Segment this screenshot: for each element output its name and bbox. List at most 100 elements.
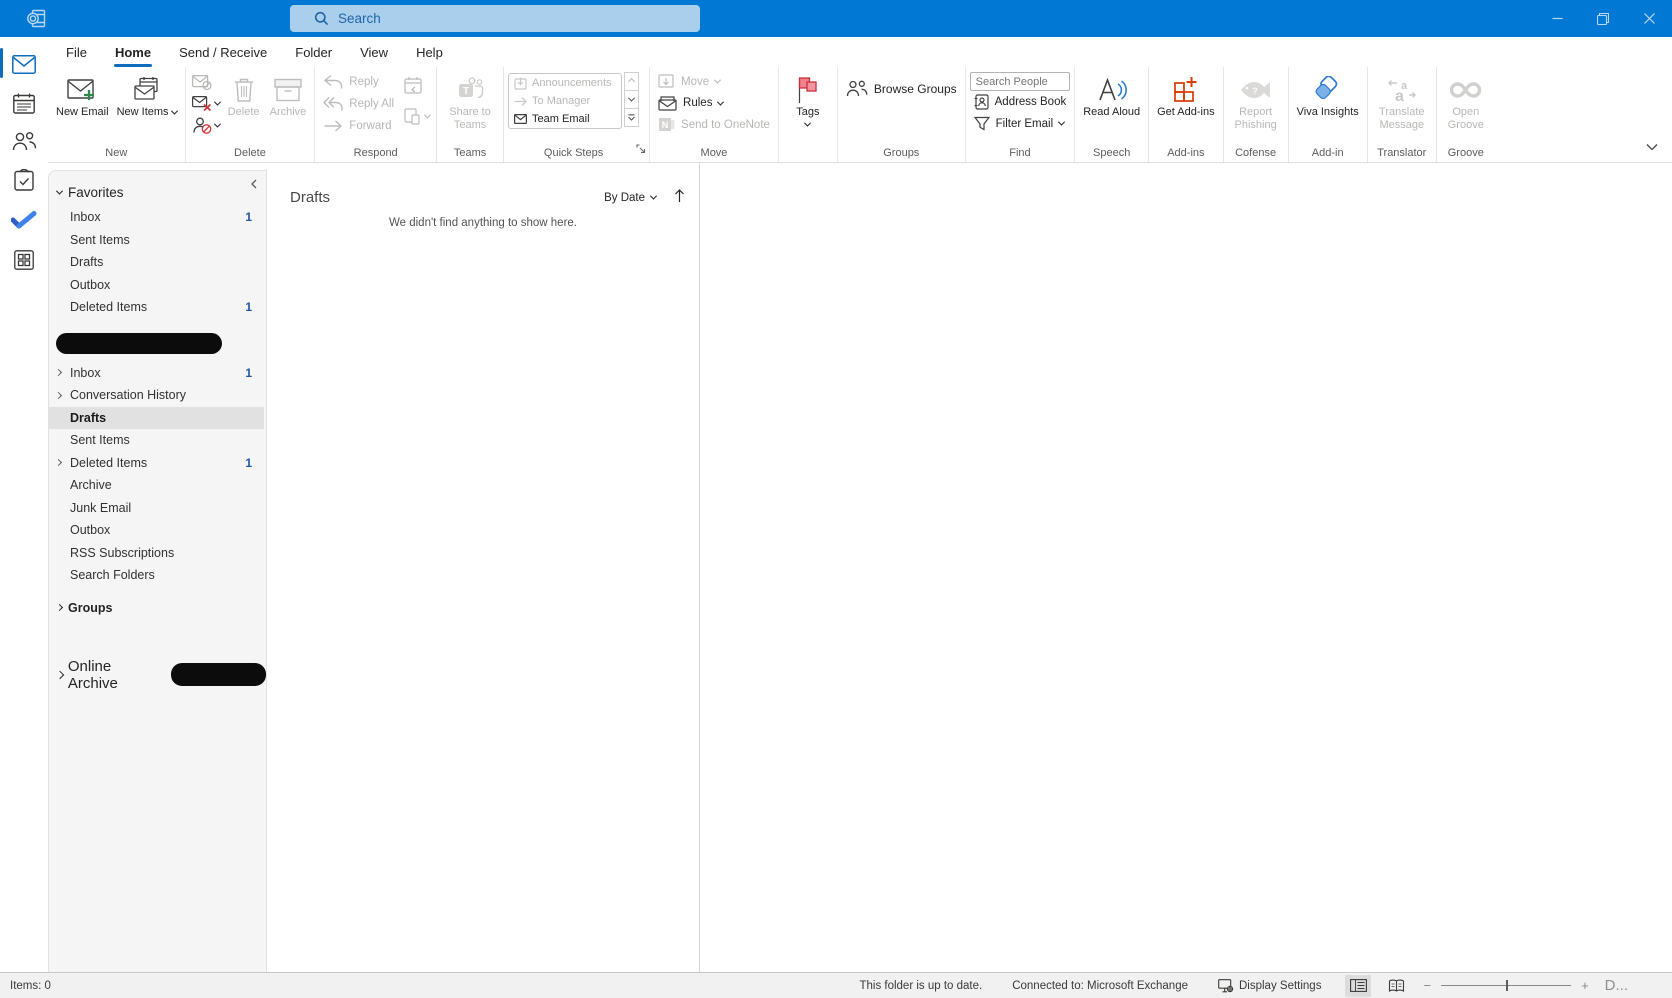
clean-up-button[interactable] (190, 93, 222, 114)
favorite-outbox[interactable]: Outbox (49, 274, 264, 297)
chevron-right-icon[interactable] (54, 391, 70, 399)
get-addins-button[interactable]: Get Add-ins (1153, 69, 1218, 119)
quick-step-to-manager[interactable]: To Manager (509, 92, 621, 110)
move-button[interactable]: Move (654, 71, 774, 92)
folder-groups[interactable]: Groups (49, 596, 266, 620)
report-phishing-button[interactable]: ? Report Phishing (1228, 69, 1284, 132)
rail-calendar-button[interactable] (0, 89, 48, 117)
zoom-in-button[interactable]: + (1581, 978, 1589, 993)
quick-steps-scroll-up[interactable] (624, 72, 640, 91)
tab-help[interactable]: Help (402, 41, 457, 66)
folder-sent-items[interactable]: Sent Items (49, 429, 264, 452)
viva-insights-button[interactable]: Viva Insights (1293, 69, 1363, 119)
open-groove-button[interactable]: Open Groove (1441, 69, 1491, 132)
rail-mail-button[interactable] (0, 48, 48, 78)
restore-button[interactable] (1580, 0, 1626, 37)
chevron-down-icon (717, 98, 725, 106)
favorite-sent-items[interactable]: Sent Items (49, 229, 264, 252)
folder-archive[interactable]: Archive (49, 474, 264, 497)
sort-by-button[interactable]: By Date (604, 192, 658, 204)
reading-view-button[interactable] (1383, 975, 1409, 997)
team-email-icon (514, 114, 528, 124)
quick-steps-scroll-down[interactable] (624, 90, 640, 109)
share-to-teams-button[interactable]: T Share to Teams (441, 69, 499, 132)
folder-junk-email[interactable]: Junk Email (49, 497, 264, 520)
ignore-button[interactable] (190, 72, 222, 93)
block-sender-button[interactable] (190, 114, 222, 137)
new-items-button[interactable]: New Items (113, 69, 181, 119)
collapse-ribbon-button[interactable] (1646, 138, 1658, 156)
folder-rss-subscriptions[interactable]: RSS Subscriptions (49, 542, 264, 565)
browse-groups-icon (846, 80, 868, 97)
svg-text:?: ? (1252, 86, 1258, 96)
tab-file[interactable]: File (52, 41, 101, 66)
browse-groups-button[interactable]: Browse Groups (842, 77, 961, 100)
translate-message-button[interactable]: aa Translate Message (1372, 69, 1432, 132)
tags-button[interactable]: Tags (783, 69, 833, 127)
favorite-deleted-items[interactable]: Deleted Items 1 (49, 296, 264, 319)
meeting-icon (404, 77, 422, 94)
read-aloud-button[interactable]: Read Aloud (1079, 69, 1144, 119)
meeting-button[interactable] (402, 73, 432, 97)
delete-button[interactable]: Delete (222, 69, 266, 119)
translate-icon: aa (1387, 74, 1417, 106)
search-bar[interactable] (290, 5, 700, 32)
folder-deleted-items[interactable]: Deleted Items 1 (49, 452, 264, 475)
folder-inbox[interactable]: Inbox 1 (49, 362, 264, 385)
zoom-slider-thumb[interactable] (1506, 979, 1509, 991)
reply-all-button[interactable]: Reply All (319, 93, 398, 115)
tab-home[interactable]: Home (101, 41, 165, 67)
folder-search-folders[interactable]: Search Folders (49, 564, 264, 587)
new-email-button[interactable]: New Email (52, 69, 113, 119)
fish-icon: ? (1239, 74, 1273, 106)
more-respond-actions-button[interactable] (402, 105, 432, 128)
tab-folder[interactable]: Folder (281, 41, 346, 66)
favorites-header[interactable]: Favorites (49, 171, 266, 206)
display-settings-button[interactable]: Display Settings (1218, 978, 1321, 993)
rail-more-apps-button[interactable] (0, 246, 48, 274)
chevron-right-icon[interactable] (54, 369, 70, 377)
quick-step-team-email[interactable]: Team Email (509, 110, 621, 128)
online-archive[interactable]: Online Archive (49, 658, 266, 692)
rail-tasks-button[interactable] (0, 166, 48, 194)
rail-todo-button[interactable] (0, 206, 48, 234)
archive-button[interactable]: Archive (266, 69, 311, 119)
folder-outbox[interactable]: Outbox (49, 519, 264, 542)
zoom-slider[interactable] (1441, 979, 1572, 991)
address-book-button[interactable]: Address Book (970, 91, 1071, 113)
send-to-onenote-button[interactable]: N Send to OneNote (654, 114, 774, 135)
favorite-inbox[interactable]: Inbox 1 (49, 206, 264, 229)
unread-count: 1 (245, 210, 252, 225)
group-label-delete: Delete (234, 147, 266, 159)
folder-conversation-history[interactable]: Conversation History (49, 384, 264, 407)
chevron-right-icon[interactable] (54, 459, 70, 467)
normal-view-button[interactable] (1345, 974, 1372, 997)
account-name-redacted[interactable] (56, 332, 222, 354)
favorite-drafts[interactable]: Drafts (49, 251, 264, 274)
close-button[interactable] (1626, 0, 1672, 37)
zoom-out-button[interactable]: − (1423, 978, 1431, 993)
tab-send-receive[interactable]: Send / Receive (165, 41, 281, 66)
filter-email-button[interactable]: Filter Email (970, 113, 1071, 134)
rules-button[interactable]: Rules (654, 92, 774, 114)
quick-step-announcements[interactable]: Announcements (509, 74, 621, 92)
ribbon-group-delete: Delete Archive Delete (186, 67, 316, 162)
search-input[interactable] (338, 11, 658, 26)
minimize-button[interactable] (1534, 0, 1580, 37)
quick-steps-scroll (624, 72, 640, 127)
quick-steps-dialog-launcher[interactable] (636, 141, 646, 159)
search-people-input[interactable] (969, 72, 1070, 91)
tab-view[interactable]: View (346, 41, 402, 66)
calendar-icon (13, 93, 35, 114)
folder-drafts-selected[interactable]: Drafts (49, 406, 264, 429)
collapse-folder-pane-button[interactable] (250, 177, 258, 192)
clean-up-icon (191, 96, 211, 111)
rail-people-button[interactable] (0, 127, 48, 155)
sort-direction-button[interactable] (674, 189, 685, 206)
forward-button[interactable]: Forward (319, 115, 398, 137)
chevron-down-icon (1058, 118, 1066, 126)
forward-icon (324, 120, 343, 132)
reply-button[interactable]: Reply (319, 71, 398, 93)
ribbon-group-cofense: ? Report Phishing Cofense (1224, 67, 1289, 162)
quick-steps-more[interactable] (624, 108, 640, 127)
